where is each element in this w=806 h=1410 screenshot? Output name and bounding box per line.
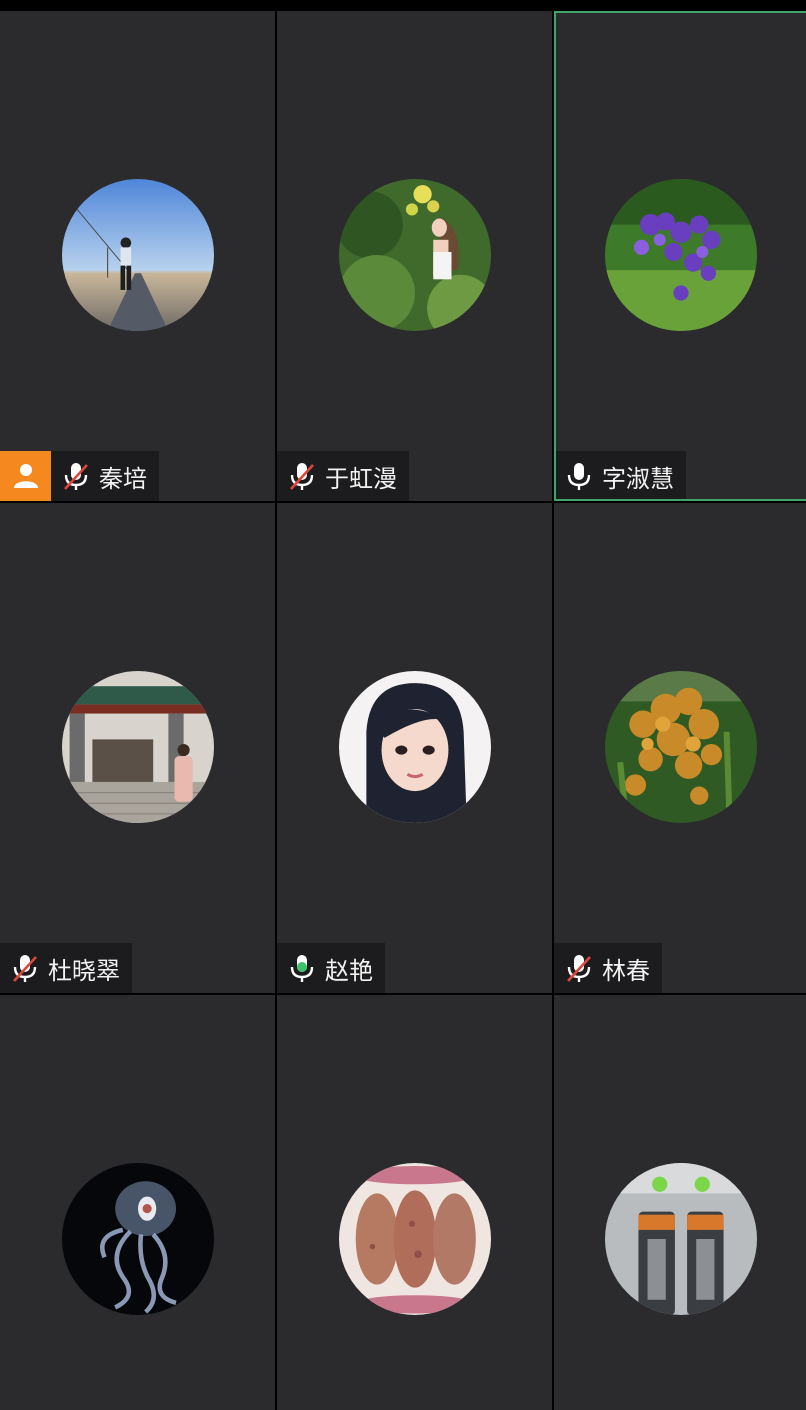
top-status-strip xyxy=(0,0,806,11)
participant-tile-4[interactable]: 杜晓翠 xyxy=(0,503,275,993)
purple-flowers-photo-icon xyxy=(605,179,757,331)
mic-muted-icon xyxy=(290,463,314,490)
batteries-photo-icon xyxy=(605,1163,757,1315)
participant-tile-9[interactable] xyxy=(554,995,806,1410)
participant-name: 秦培 xyxy=(99,464,147,493)
participant-nameplate: 赵艳 xyxy=(277,943,385,993)
woman-at-gate-photo-icon xyxy=(61,671,214,823)
mic-muted-icon xyxy=(13,955,37,982)
name-tag: 林春 xyxy=(554,943,662,993)
participant-name: 赵艳 xyxy=(325,956,373,985)
woman-on-road-photo-icon xyxy=(61,179,214,331)
participant-nameplate: 字淑慧 xyxy=(554,451,686,501)
millet-plant-photo-icon xyxy=(605,671,757,823)
participant-nameplate: 秦培 xyxy=(0,451,159,501)
jellyfish-photo-icon xyxy=(61,1163,214,1315)
participant-tile-8[interactable] xyxy=(277,995,552,1410)
girl-with-leaves-illustration-icon xyxy=(338,179,491,331)
participant-name: 林春 xyxy=(602,956,650,985)
participant-tile-1[interactable]: 秦培 xyxy=(0,11,275,501)
video-grid: 秦培 于虹漫 字淑慧 杜晓翠 赵艳 林春 xyxy=(0,11,806,1410)
name-tag: 赵艳 xyxy=(277,943,385,993)
participant-name: 杜晓翠 xyxy=(48,956,120,985)
participant-tile-3[interactable]: 字淑慧 xyxy=(554,11,806,501)
participant-tile-2[interactable]: 于虹漫 xyxy=(277,11,552,501)
mic-on-icon xyxy=(567,463,591,490)
mic-muted-icon xyxy=(567,955,591,982)
participant-name: 于虹漫 xyxy=(325,464,397,493)
host-badge-icon xyxy=(0,451,51,501)
name-tag: 杜晓翠 xyxy=(0,943,132,993)
mic-muted-icon xyxy=(64,463,88,490)
anime-girl-portrait-icon xyxy=(338,671,491,823)
mic-speaking-icon xyxy=(290,955,314,982)
participant-nameplate: 于虹漫 xyxy=(277,451,409,501)
name-tag: 字淑慧 xyxy=(554,451,686,501)
participant-name: 字淑慧 xyxy=(602,464,674,493)
participant-nameplate: 林春 xyxy=(554,943,662,993)
name-tag: 于虹漫 xyxy=(277,451,409,501)
participant-tile-5[interactable]: 赵艳 xyxy=(277,503,552,993)
participant-nameplate: 杜晓翠 xyxy=(0,943,132,993)
name-tag: 秦培 xyxy=(51,451,159,501)
participant-tile-7[interactable] xyxy=(0,995,275,1410)
participant-tile-6[interactable]: 林春 xyxy=(554,503,806,993)
sweet-potatoes-photo-icon xyxy=(338,1163,491,1315)
